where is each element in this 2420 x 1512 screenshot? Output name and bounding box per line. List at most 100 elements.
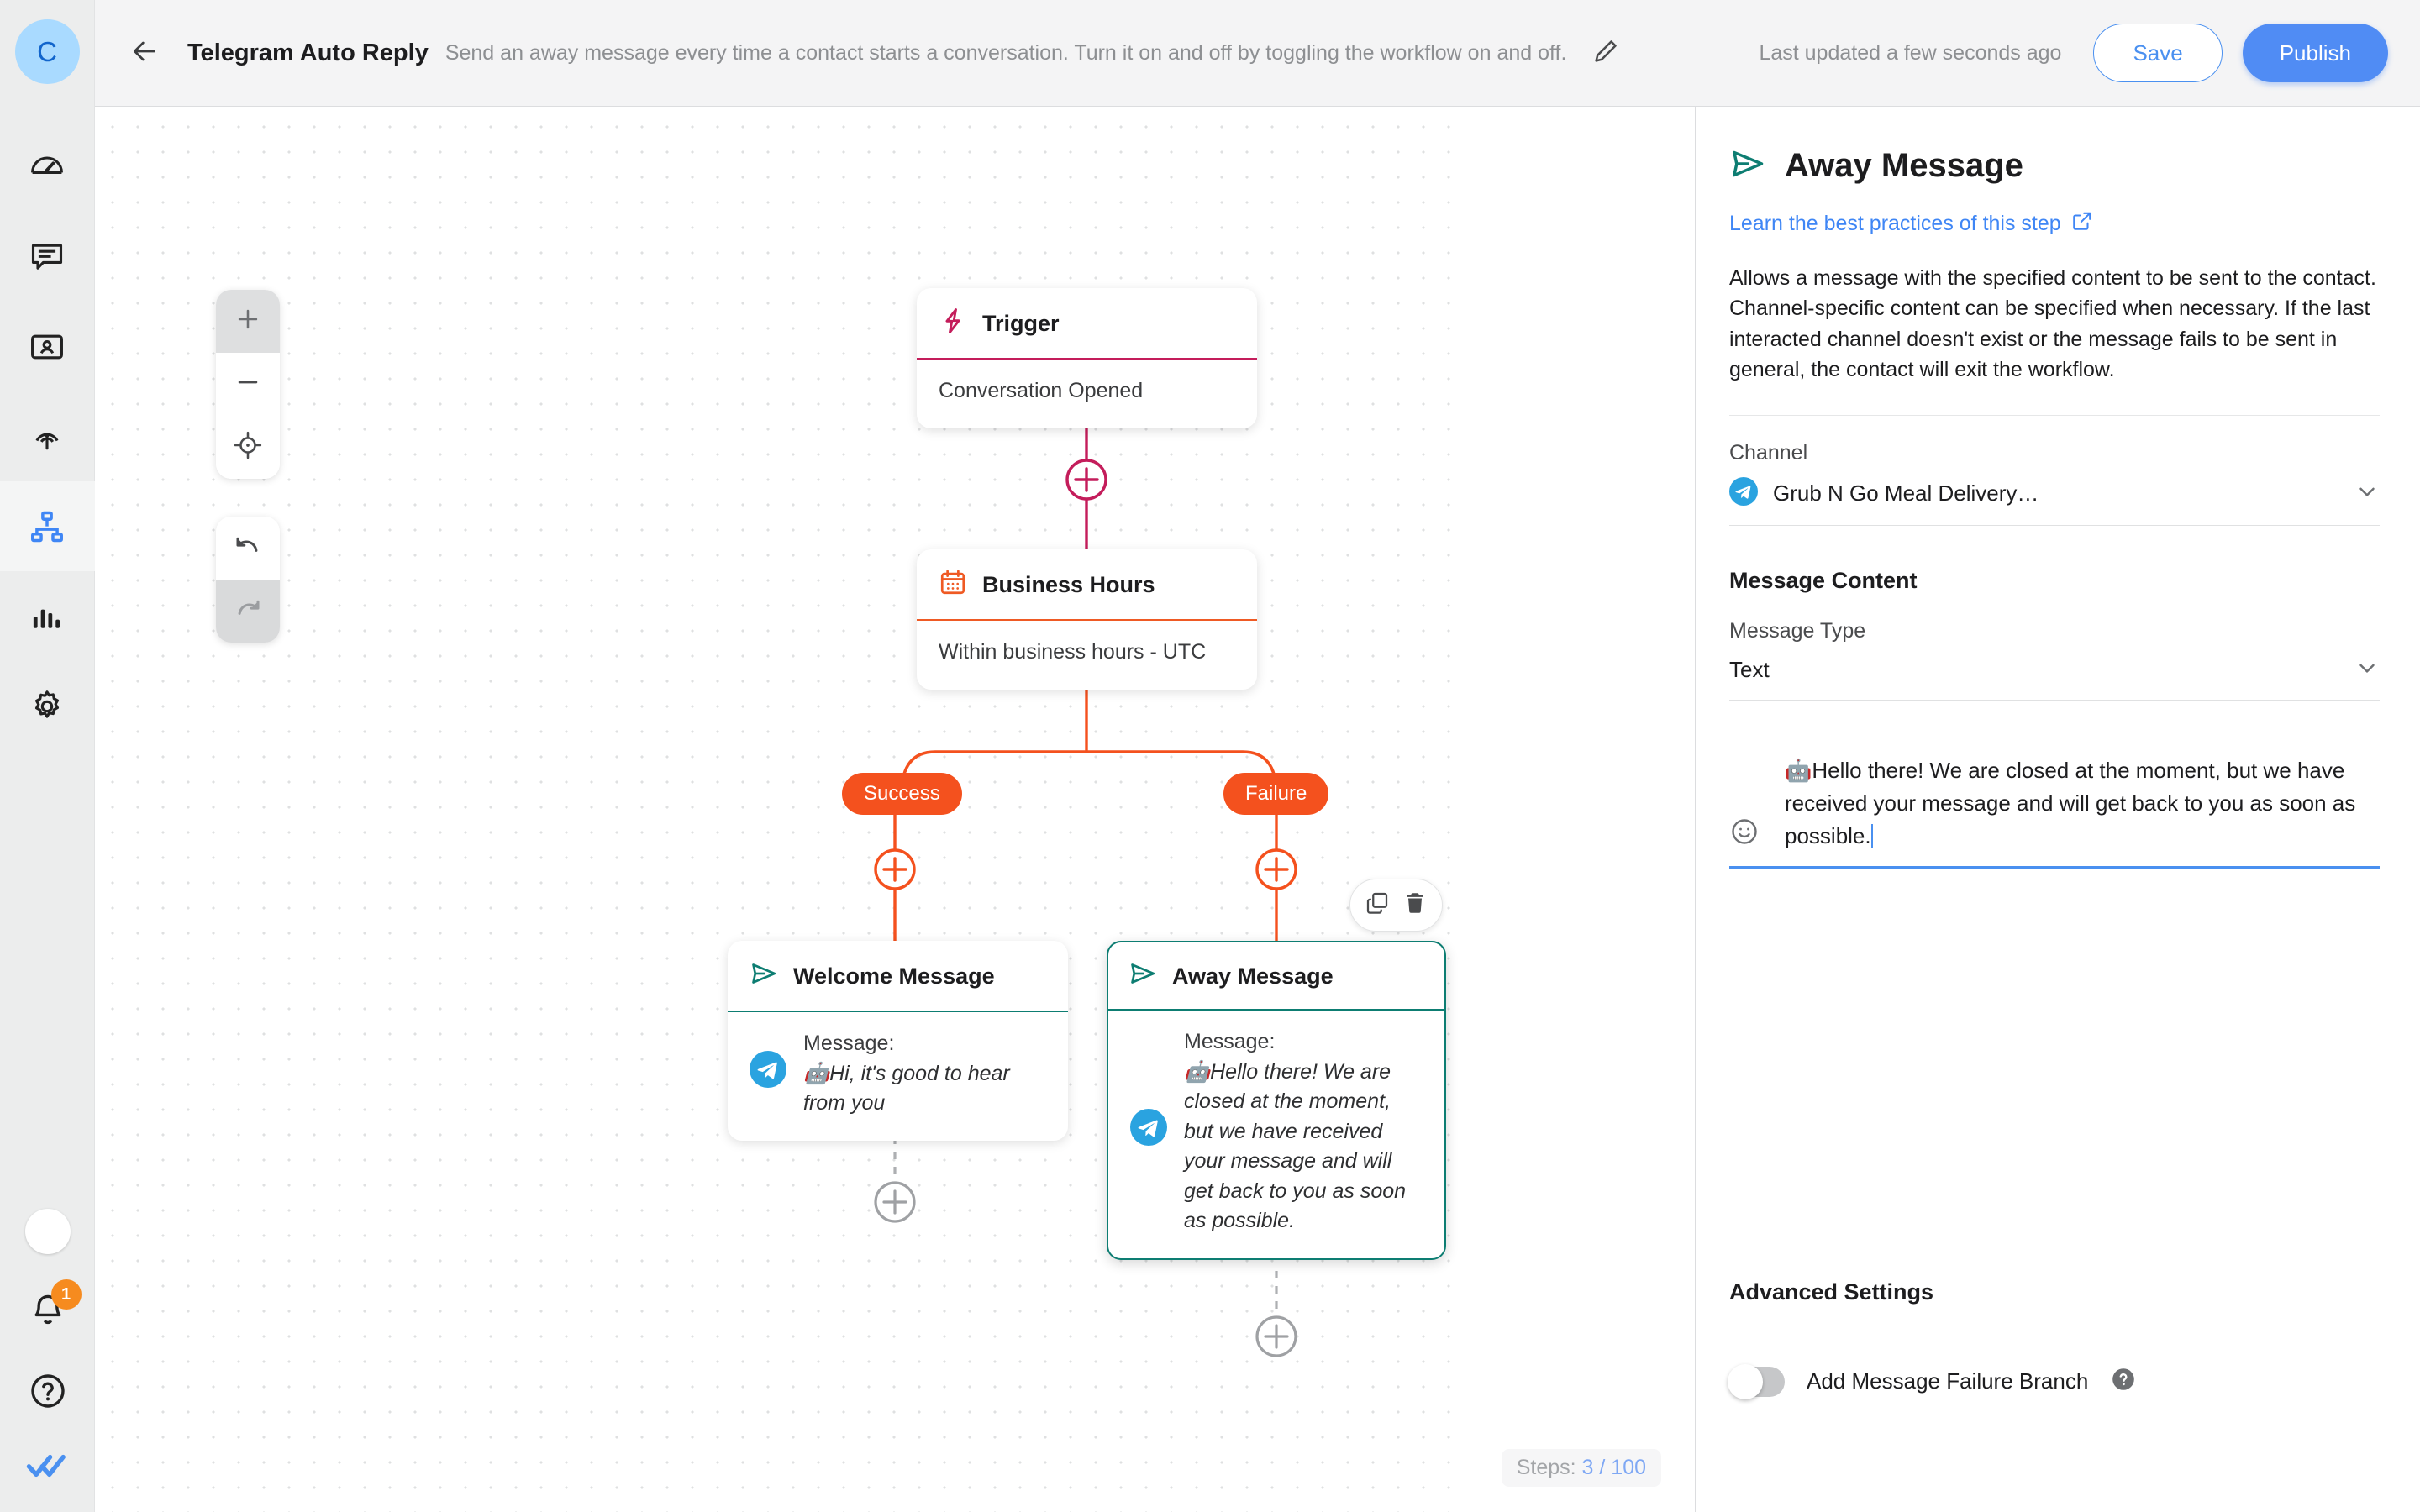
last-updated-text: Last updated a few seconds ago bbox=[1759, 40, 2062, 65]
failure-branch-row: Add Message Failure Branch bbox=[1728, 1363, 2380, 1399]
sidebar-item-reports[interactable] bbox=[0, 571, 95, 661]
undo-button[interactable] bbox=[216, 517, 280, 580]
sidebar-item-settings[interactable] bbox=[0, 661, 95, 751]
node-welcome-message-row: Message: 🤖Hi, it's good to hear from you bbox=[750, 1029, 1046, 1119]
avatar-initial: C bbox=[37, 35, 57, 67]
send-icon bbox=[1729, 145, 1766, 186]
sidebar-nav bbox=[0, 122, 95, 751]
add-failure-branch-toggle[interactable] bbox=[1728, 1363, 1785, 1399]
crosshair-icon bbox=[234, 431, 262, 464]
message-editor[interactable]: 🤖Hello there! We are closed at the momen… bbox=[1729, 749, 2380, 869]
double-check-icon bbox=[26, 1454, 70, 1484]
bell-icon bbox=[28, 1294, 68, 1335]
message-type-value: Text bbox=[1729, 657, 1770, 682]
sidebar-item-inbox[interactable] bbox=[0, 212, 95, 302]
message-text-input[interactable]: 🤖Hello there! We are closed at the momen… bbox=[1773, 749, 2380, 854]
send-icon bbox=[1128, 959, 1157, 994]
toggle-knob bbox=[1728, 1363, 1763, 1399]
channel-select[interactable]: Grub N Go Meal Delivery… bbox=[1729, 465, 2380, 526]
node-welcome-message[interactable]: Welcome Message Message: 🤖Hi, it's good … bbox=[728, 941, 1068, 1141]
node-business-hours-body: Within business hours - UTC bbox=[939, 640, 1207, 664]
back-button[interactable] bbox=[120, 29, 169, 77]
node-away-message-title: Away Message bbox=[1172, 963, 1334, 989]
edit-title-button[interactable] bbox=[1586, 34, 1625, 72]
send-icon bbox=[750, 959, 778, 994]
message-type-label: Message Type bbox=[1729, 619, 1866, 643]
publish-button[interactable]: Publish bbox=[2242, 24, 2388, 82]
sidebar-item-workflows[interactable] bbox=[0, 481, 95, 571]
minus-icon bbox=[234, 368, 262, 401]
app-root: C 1 Telegram Auto Reply Send an away mes… bbox=[0, 0, 2420, 1512]
learn-best-practices-link[interactable]: Learn the best practices of this step bbox=[1729, 210, 2093, 238]
brand-logo[interactable] bbox=[26, 1451, 70, 1485]
broadcast-icon bbox=[29, 418, 66, 455]
avatar[interactable]: C bbox=[14, 19, 80, 84]
lightning-icon bbox=[939, 307, 967, 341]
body-split: Trigger Conversation Opened Business Hou… bbox=[95, 107, 2420, 1512]
step-settings-panel: Away Message Learn the best practices of… bbox=[1695, 107, 2420, 1512]
channel-label: Channel bbox=[1729, 441, 1808, 465]
undo-icon bbox=[233, 531, 263, 565]
sidebar-item-broadcast[interactable] bbox=[0, 391, 95, 481]
node-trigger-body: Conversation Opened bbox=[939, 379, 1144, 402]
branch-label-failure[interactable]: Failure bbox=[1223, 773, 1329, 815]
canvas-history-controls bbox=[216, 517, 280, 643]
node-welcome-message-label: Message: bbox=[803, 1032, 895, 1055]
message-content-label: Message Content bbox=[1729, 568, 1918, 593]
question-circle-filled-icon[interactable] bbox=[2110, 1366, 2137, 1397]
node-trigger-header: Trigger bbox=[917, 288, 1257, 360]
node-away-message-header: Away Message bbox=[1108, 942, 1444, 1011]
chat-bubble-icon bbox=[29, 239, 66, 276]
failure-branch-label: Add Message Failure Branch bbox=[1807, 1368, 2089, 1394]
zoom-out-button[interactable] bbox=[216, 353, 280, 416]
bar-chart-icon bbox=[29, 598, 66, 635]
chevron-down-icon[interactable] bbox=[2354, 655, 2380, 685]
telegram-icon bbox=[1130, 1109, 1167, 1155]
redo-button[interactable] bbox=[216, 580, 280, 643]
message-type-select[interactable]: Text bbox=[1729, 643, 2380, 701]
node-trigger[interactable]: Trigger Conversation Opened bbox=[917, 288, 1257, 428]
branch-label-success[interactable]: Success bbox=[842, 773, 962, 815]
zoom-in-button[interactable] bbox=[216, 290, 280, 353]
redo-icon bbox=[233, 594, 263, 628]
panel-description: Allows a message with the specified cont… bbox=[1729, 266, 2376, 381]
external-link-icon bbox=[2071, 210, 2093, 238]
chevron-down-icon[interactable] bbox=[2354, 479, 2380, 508]
copy-icon bbox=[1365, 890, 1390, 920]
profile-status-circle[interactable] bbox=[24, 1209, 71, 1254]
save-button[interactable]: Save bbox=[2093, 24, 2223, 82]
node-business-hours[interactable]: Business Hours Within business hours - U… bbox=[917, 549, 1257, 690]
delete-node-button[interactable] bbox=[1397, 888, 1433, 923]
gear-icon bbox=[29, 688, 66, 725]
duplicate-node-button[interactable] bbox=[1360, 888, 1395, 923]
workflow-canvas[interactable]: Trigger Conversation Opened Business Hou… bbox=[95, 107, 1695, 1512]
smiley-icon[interactable] bbox=[1729, 816, 1760, 851]
panel-divider bbox=[1729, 415, 2380, 416]
text-caret bbox=[1870, 824, 1873, 848]
node-away-message-label: Message: bbox=[1184, 1030, 1276, 1053]
steps-label: Steps: bbox=[1516, 1456, 1576, 1479]
sidebar: C 1 bbox=[0, 0, 95, 1512]
node-away-message[interactable]: Away Message Message: 🤖Hello there! We a… bbox=[1107, 941, 1446, 1260]
top-header: Telegram Auto Reply Send an away message… bbox=[95, 0, 2420, 107]
telegram-icon bbox=[750, 1051, 786, 1097]
page-title: Telegram Auto Reply bbox=[187, 39, 429, 66]
question-circle-icon bbox=[28, 1374, 68, 1415]
workflow-description: Send an away message every time a contac… bbox=[445, 40, 1567, 65]
calendar-icon bbox=[939, 568, 967, 602]
telegram-icon bbox=[1729, 477, 1758, 510]
speedometer-icon bbox=[29, 149, 66, 186]
node-away-message-body: Message: 🤖Hello there! We are closed at … bbox=[1108, 1011, 1444, 1258]
sidebar-item-contacts[interactable] bbox=[0, 302, 95, 391]
node-business-hours-title: Business Hours bbox=[982, 572, 1155, 597]
main-column: Telegram Auto Reply Send an away message… bbox=[95, 0, 2420, 1512]
help-button[interactable] bbox=[28, 1371, 68, 1415]
steps-counter: Steps: 3 / 100 bbox=[1501, 1449, 1661, 1487]
advanced-settings-title: Advanced Settings bbox=[1729, 1279, 1934, 1305]
notifications-button[interactable]: 1 bbox=[28, 1279, 82, 1336]
channel-value: Grub N Go Meal Delivery… bbox=[1773, 480, 2039, 506]
sidebar-item-dashboard[interactable] bbox=[0, 122, 95, 212]
recenter-button[interactable] bbox=[216, 416, 280, 479]
panel-title-row: Away Message bbox=[1729, 145, 2380, 186]
canvas-zoom-controls bbox=[216, 290, 280, 479]
